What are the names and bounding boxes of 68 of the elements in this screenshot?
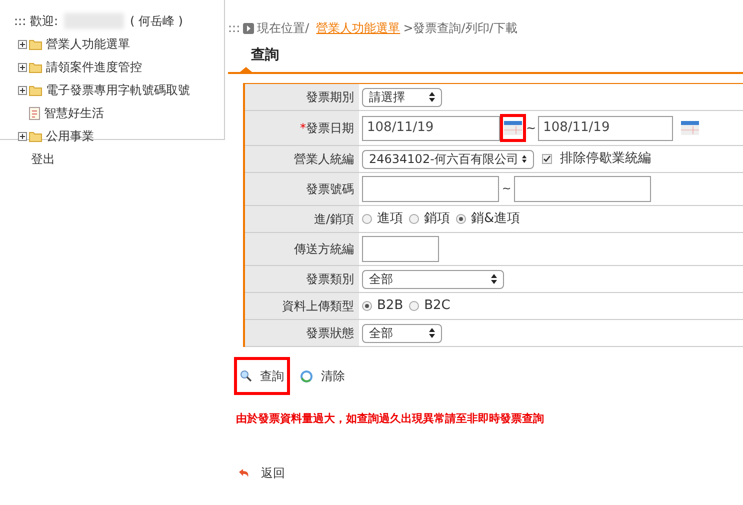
folder-icon (29, 38, 42, 50)
back-link[interactable]: 返回 (238, 464, 285, 482)
breadcrumb-current: >發票查詢/列印/下載 (403, 20, 518, 37)
breadcrumb-prefix: ::: (228, 20, 240, 37)
expand-icon[interactable] (18, 62, 27, 72)
folder-icon (29, 62, 42, 72)
input-field[interactable] (514, 176, 652, 202)
stepper-icon (429, 328, 435, 338)
menu-item[interactable]: 公用事業 (46, 127, 94, 145)
range-separator: ~ (526, 120, 536, 137)
folder-icon (29, 130, 42, 142)
stepper-icon (522, 154, 527, 164)
input-field[interactable] (362, 176, 499, 202)
radio-label: 銷項 (424, 210, 450, 228)
dropdown[interactable]: 全部 (362, 324, 442, 342)
folder-icon (29, 84, 42, 96)
search-icon (240, 370, 252, 382)
dropdown[interactable]: 24634102-何六百有限公司 (362, 150, 534, 168)
radio-label: B2C (424, 297, 450, 316)
checkbox-label: 排除停歇業統編 (560, 150, 651, 168)
checkbox[interactable] (542, 154, 552, 164)
calendar-icon (681, 121, 700, 135)
user-name: ( 何岳峰 ) (130, 13, 183, 30)
label-text: 資料上傳類型 (282, 298, 354, 315)
label-text: 發票日期 (306, 120, 354, 137)
menu-item[interactable]: 電子發票專用字軌號碼取號 (46, 81, 190, 99)
date-field[interactable]: 108/11/19 (362, 116, 500, 140)
input-field[interactable] (362, 236, 439, 262)
refresh-icon (300, 370, 313, 382)
label-text: 發票狀態 (306, 325, 354, 342)
breadcrumb-text: 現在位置/ (257, 20, 310, 37)
label-text: 進/銷項 (314, 211, 354, 228)
menu-item[interactable]: 營業人功能選單 (46, 35, 130, 53)
radio-label: 進項 (377, 210, 403, 228)
label-text: 發票號碼 (306, 181, 354, 198)
clear-button[interactable]: 清除 (294, 357, 351, 395)
range-separator: ~ (501, 180, 512, 197)
menu-item[interactable]: 智慧好生活 (44, 104, 104, 122)
menu-item[interactable]: 登出 (31, 150, 55, 168)
stepper-icon (491, 274, 497, 284)
search-button[interactable]: 查詢 (234, 357, 290, 395)
welcome-label: ::: 歡迎: (14, 13, 58, 30)
warning-message: 由於發票資料量過大，如查詢過久出現異常請至非即時發票查詢 (236, 411, 545, 427)
stepper-icon (429, 92, 435, 102)
label-text: 發票類別 (306, 271, 354, 288)
calendar-button[interactable] (500, 114, 526, 142)
dropdown[interactable]: 全部 (362, 270, 504, 288)
calendar-icon (504, 121, 522, 135)
expand-icon[interactable] (18, 86, 27, 94)
radio-button[interactable] (456, 214, 466, 224)
menu-item[interactable]: 請領案件進度管控 (46, 58, 142, 76)
expand-icon[interactable] (18, 132, 27, 140)
required-mark: * (300, 120, 306, 137)
radio-button[interactable] (362, 214, 372, 224)
radio-button[interactable] (409, 214, 419, 224)
document-icon (29, 106, 40, 120)
label-text: 營業人統編 (294, 151, 354, 168)
dropdown[interactable]: 請選擇 (362, 88, 442, 106)
expand-icon[interactable] (18, 40, 27, 48)
radio-button[interactable] (362, 301, 372, 311)
radio-button[interactable] (409, 301, 420, 311)
return-arrow-icon (238, 468, 249, 478)
radio-label: B2B (377, 297, 404, 316)
radio-label: 銷&進項 (471, 210, 520, 228)
section-title: 查詢 (251, 47, 279, 63)
date-field[interactable]: 108/11/19 (538, 116, 674, 140)
label-text: 發票期別 (306, 89, 354, 106)
label-text: 傳送方統編 (294, 241, 354, 258)
